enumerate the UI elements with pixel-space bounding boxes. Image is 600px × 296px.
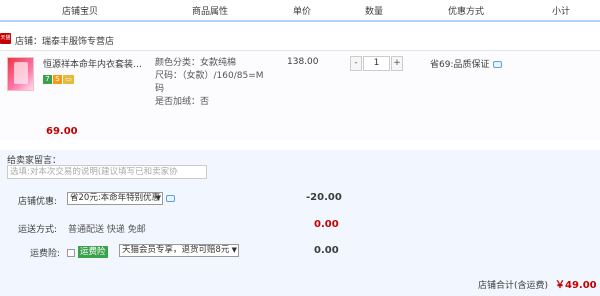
header-item: 店铺宝贝 (62, 7, 99, 17)
header-attrs: 商品属性 (192, 7, 229, 17)
insurance-checkbox[interactable] (67, 249, 75, 257)
shop-discount-label: 店铺优惠: (18, 197, 58, 207)
header-promo: 优惠方式 (448, 7, 485, 17)
insurance-badge: 运费险 (78, 246, 108, 258)
qty-decrease-button[interactable]: - (350, 56, 362, 71)
service-icon[interactable]: S (53, 75, 62, 84)
shipping-method: 普通配送 快递 免邮 (68, 225, 146, 235)
speech-bubble-icon[interactable] (166, 195, 175, 202)
header-price: 单价 (293, 7, 312, 17)
header-qty: 数量 (365, 7, 384, 17)
product-attributes: 颜色分类：女款纯棉 尺码：（女款）/160/85=M码 是否加绒：否 (155, 57, 270, 109)
shipping-value: 0.00 (314, 219, 339, 230)
attr-fleece: 是否加绒：否 (155, 97, 210, 107)
header-subtotal: 小计 (552, 7, 571, 17)
tmall-shop-icon: 天猫 (0, 33, 11, 44)
shop-discount-select[interactable]: 省20元:本命年特别优惠 ▼ (67, 192, 163, 205)
item-promo: 省69:品质保证 (430, 57, 502, 70)
service-badges: 7 S ▭ (43, 75, 75, 84)
attr-color: 颜色分类：女款纯棉 (155, 58, 237, 68)
cart-header: 店铺宝贝 商品属性 单价 数量 优惠方式 小计 (0, 0, 600, 22)
dropdown-arrow-icon: ▼ (231, 246, 237, 254)
shop-discount-selected: 省20元:本命年特别优惠 (70, 193, 161, 203)
qty-increase-button[interactable]: + (391, 56, 403, 71)
item-subtotal: 69.00 (46, 126, 78, 137)
insurance-select[interactable]: 天猫会员专享，退货可赔8元 ▼ (119, 244, 239, 257)
seller-message-input[interactable]: 选填:对本次交易的说明(建议填写已和卖家协 (7, 165, 207, 179)
insurance-value: 0.00 (314, 245, 339, 256)
product-thumbnail[interactable] (7, 57, 34, 91)
shop-total-value: ￥49.00 (555, 280, 597, 291)
qty-input[interactable]: 1 (363, 56, 390, 71)
speech-bubble-icon[interactable] (492, 61, 502, 68)
shop-row: 天猫 店铺：瑞泰丰服饰专营店 (0, 30, 600, 50)
shop-total-label: 店铺合计(含运费) (478, 281, 549, 291)
promo-text: 省69:品质保证 (430, 60, 490, 70)
seven-day-return-icon[interactable]: 7 (43, 75, 52, 84)
insurance-selected: 天猫会员专享，退货可赔8元 (122, 245, 230, 255)
attr-size: 尺码：（女款）/160/85=M码 (155, 71, 264, 94)
insurance-label: 运费险: (30, 249, 61, 259)
credit-card-icon[interactable]: ▭ (63, 75, 74, 84)
unit-price: 138.00 (287, 57, 319, 67)
cart-item-row: 恒源祥本命年内衣套装加绒加厚 7S▭ 颜色分类：女款纯棉 尺码：（女款）/160… (0, 50, 600, 140)
dropdown-arrow-icon: ▼ (155, 194, 161, 202)
shipping-label: 运送方式: (18, 225, 58, 235)
product-title-link[interactable]: 恒源祥本命年内衣套装加绒加厚 (43, 57, 151, 70)
shop-discount-value: -20.00 (306, 192, 342, 203)
shop-name[interactable]: 店铺：瑞泰丰服饰专营店 (15, 34, 114, 47)
